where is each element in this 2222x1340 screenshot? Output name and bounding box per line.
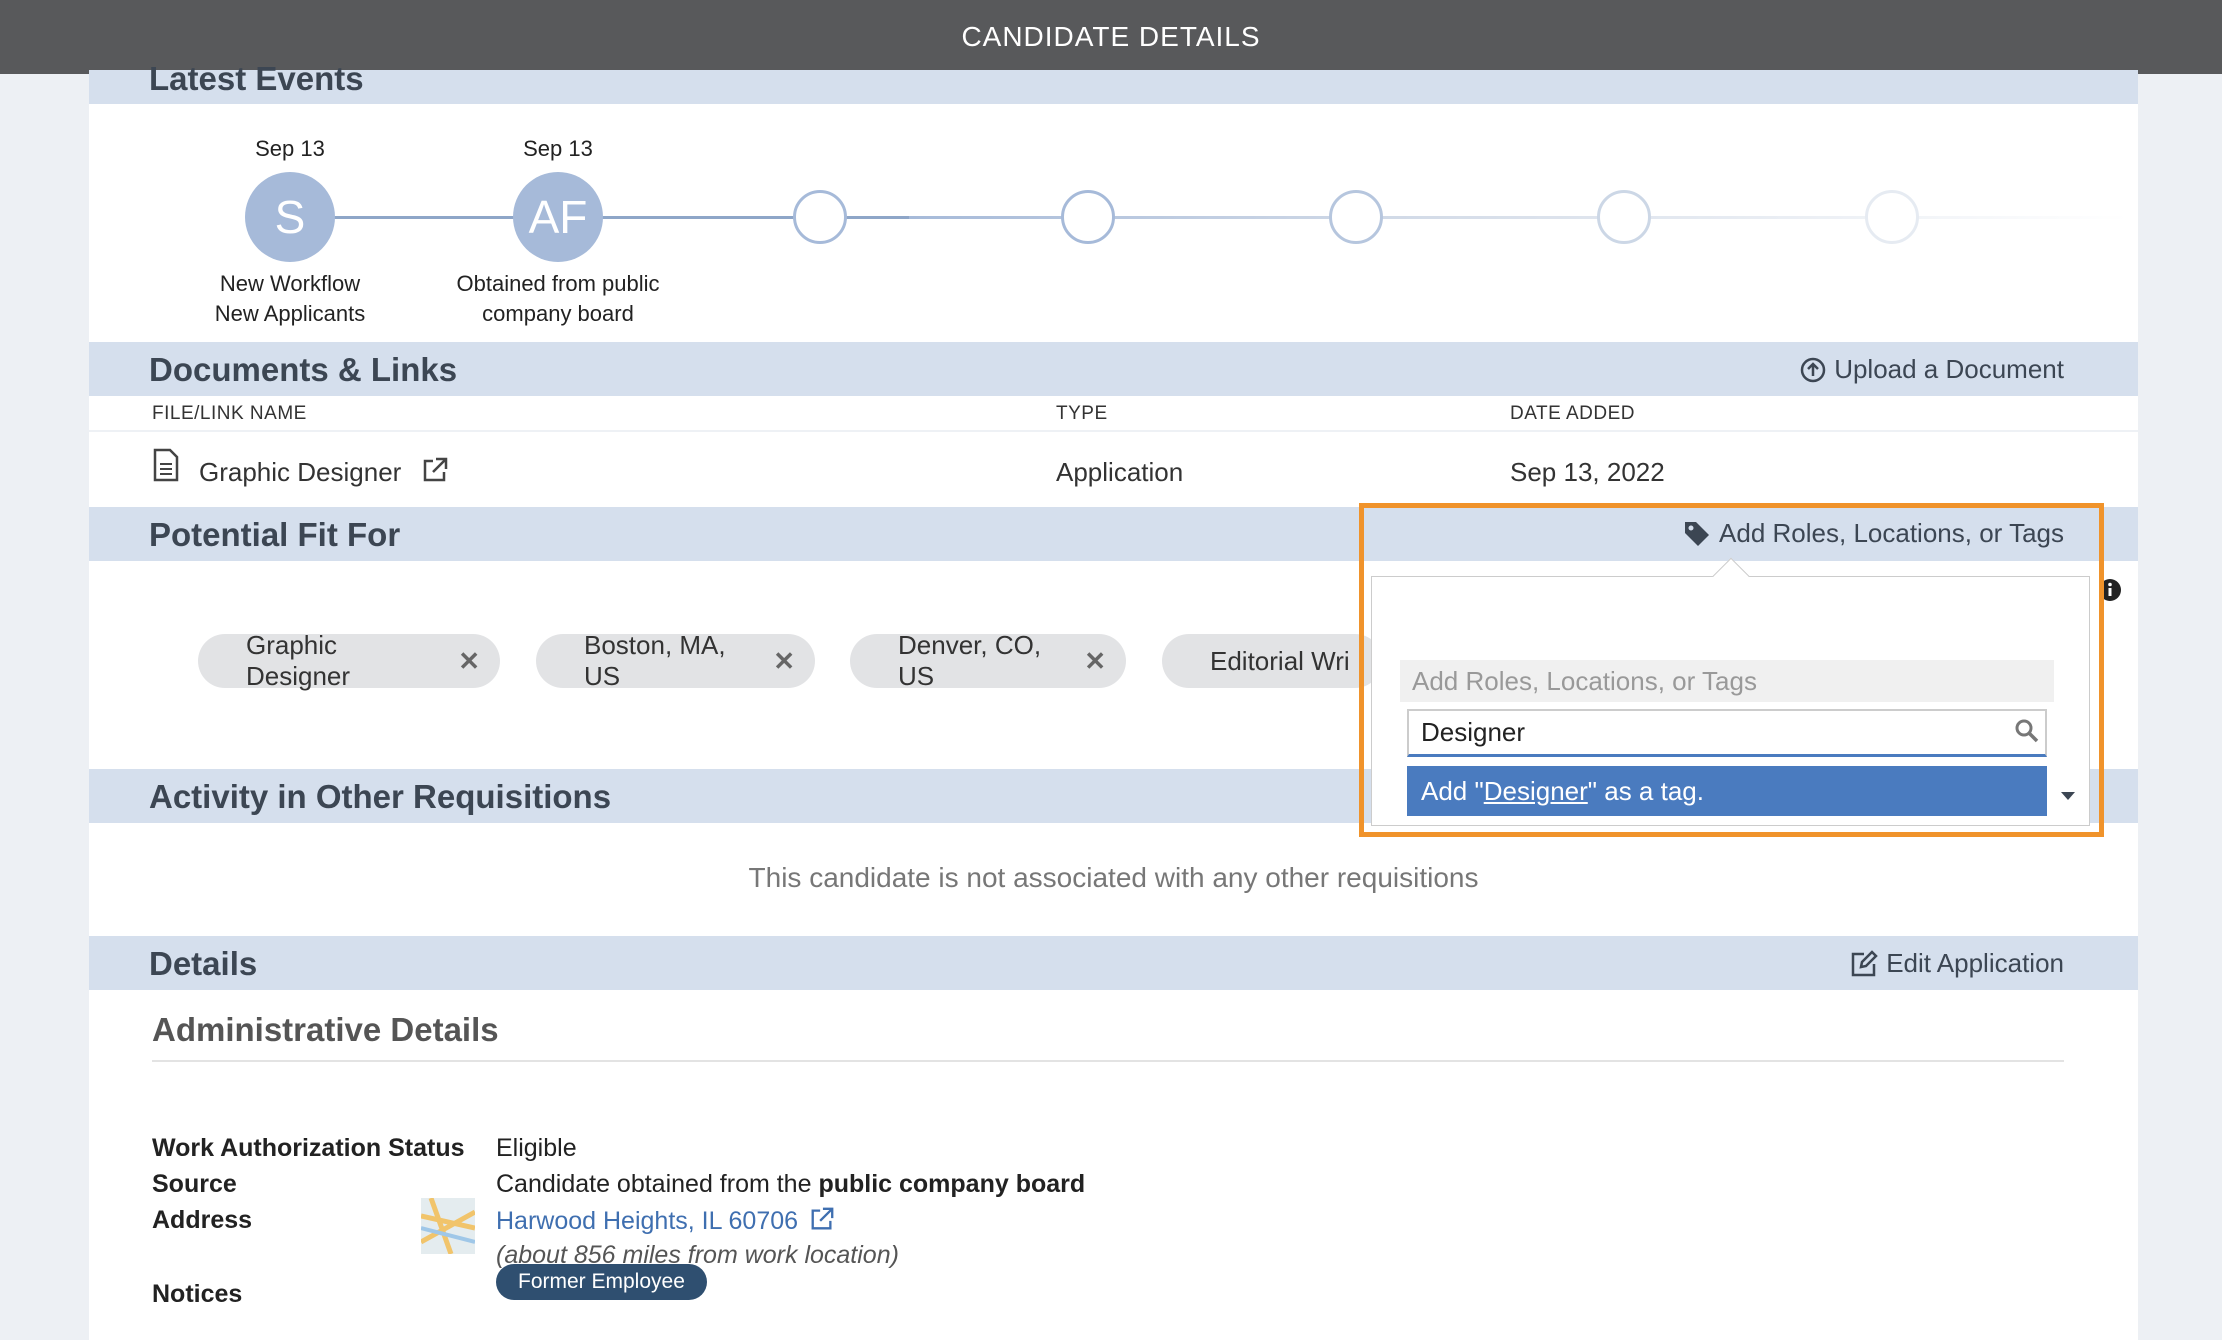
address-value: Harwood Heights, IL 60706: [496, 1206, 835, 1236]
edit-application-button[interactable]: Edit Application: [1850, 948, 2064, 979]
event-label-line: company board: [482, 301, 634, 326]
address-label: Address: [152, 1206, 253, 1234]
event-date: Sep 13: [255, 136, 325, 161]
admin-details-title: Administrative Details: [152, 1011, 499, 1048]
latest-events-header: Latest Events: [89, 60, 2138, 104]
fit-chip: Editorial Wri: [1162, 634, 1382, 688]
chip-label: Denver, CO, US: [898, 630, 1042, 691]
upload-document-label: Upload a Document: [1834, 354, 2064, 384]
event-initials: AF: [528, 191, 588, 243]
activity-empty-message: This candidate is not associated with an…: [748, 862, 1479, 893]
remove-icon[interactable]: ✕: [1084, 646, 1106, 677]
work-auth-value: Eligible: [496, 1134, 577, 1162]
work-auth-label: Work Authorization Status: [152, 1134, 465, 1162]
remove-icon[interactable]: ✕: [458, 646, 480, 677]
event-label-line: Obtained from public: [456, 271, 660, 296]
event-node-empty: [1061, 190, 1115, 244]
document-icon: [153, 448, 179, 482]
documents-header: Documents & Links Upload a Document: [89, 342, 2138, 396]
event-label-line: New Workflow: [219, 271, 361, 296]
source-label: Source: [152, 1170, 237, 1198]
column-header-name: FILE/LINK NAME: [152, 403, 307, 424]
fit-chip: Denver, CO, US ✕: [850, 630, 1126, 691]
external-link-icon[interactable]: [421, 456, 449, 484]
source-bold: public company board: [818, 1170, 1086, 1198]
source-value: Candidate obtained from the public compa…: [496, 1170, 1085, 1199]
chip-label: Graphic Designer: [246, 630, 351, 691]
event-node-empty: [1865, 190, 1919, 244]
activity-title: Activity in Other Requisitions: [149, 778, 612, 815]
document-type: Application: [1056, 457, 1184, 487]
details-header: Details Edit Application: [89, 936, 2138, 990]
details-title: Details: [149, 945, 258, 982]
address-link[interactable]: Harwood Heights, IL 60706: [496, 1207, 798, 1235]
edit-application-label: Edit Application: [1886, 948, 2064, 978]
event-label: New Workflow New Applicants: [160, 269, 420, 329]
event-initials: S: [274, 191, 306, 243]
upload-icon: [1800, 357, 1826, 382]
upload-document-button[interactable]: Upload a Document: [1800, 354, 2064, 385]
divider: [152, 1060, 2064, 1062]
latest-events-title: Latest Events: [149, 60, 364, 97]
highlight-box: [1359, 503, 2104, 837]
event-node-af[interactable]: AF: [513, 172, 603, 262]
remove-icon[interactable]: ✕: [773, 646, 795, 677]
column-header-date: DATE ADDED: [1510, 403, 1636, 424]
fit-chip: Boston, MA, US ✕: [536, 630, 815, 691]
event-node-s[interactable]: S: [245, 172, 335, 262]
event-node-empty: [1329, 190, 1383, 244]
potential-fit-title: Potential Fit For: [149, 516, 401, 553]
event-node-empty: [1597, 190, 1651, 244]
table-divider: [89, 430, 2138, 432]
fit-chip: Graphic Designer ✕: [198, 630, 500, 691]
map-thumbnail[interactable]: [421, 1198, 475, 1254]
event-label: Obtained from public company board: [428, 269, 688, 329]
chip-label: Boston, MA, US: [584, 630, 726, 691]
edit-icon: [1851, 949, 1878, 976]
event-date: Sep 13: [523, 136, 593, 161]
documents-title: Documents & Links: [149, 351, 458, 388]
event-node-empty: [793, 190, 847, 244]
event-label-line: New Applicants: [214, 301, 366, 326]
document-name[interactable]: Graphic Designer: [199, 457, 401, 488]
notices-label: Notices: [152, 1280, 243, 1308]
notice-badge: Former Employee: [496, 1264, 707, 1300]
chip-label: Editorial Wri: [1210, 645, 1350, 676]
timeline-line: [1429, 216, 2129, 219]
map-icon: [421, 1198, 475, 1254]
column-header-type: TYPE: [1056, 403, 1108, 424]
document-date: Sep 13, 2022: [1510, 457, 1665, 487]
external-link-icon[interactable]: [809, 1206, 835, 1232]
source-text: Candidate obtained from the: [496, 1170, 819, 1198]
